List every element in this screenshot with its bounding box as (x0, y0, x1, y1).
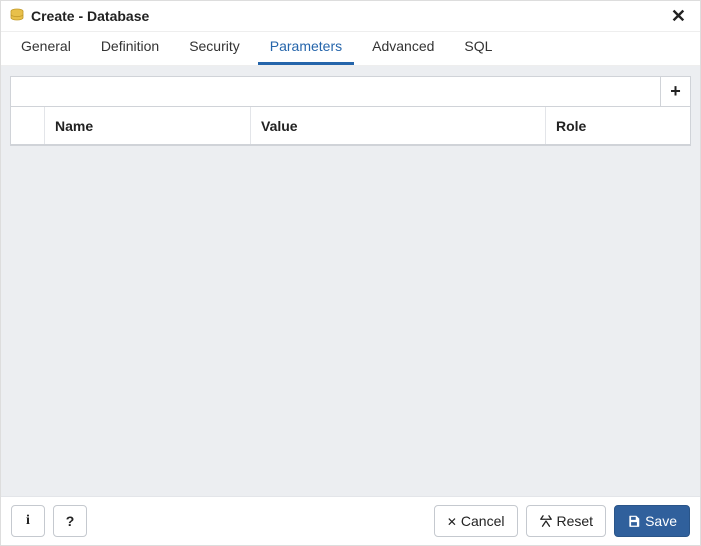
parameters-panel: + Name Value Role (1, 66, 700, 496)
dialog-titlebar: Create - Database ✕ (1, 1, 700, 32)
add-row-button[interactable]: + (660, 77, 690, 106)
dialog-footer: i ? Cancel Reset (1, 496, 700, 545)
close-icon[interactable]: ✕ (667, 7, 690, 25)
dialog-title: Create - Database (31, 8, 667, 24)
save-icon (627, 514, 641, 528)
grid-handle-column (11, 107, 45, 144)
info-button[interactable]: i (11, 505, 45, 537)
recycle-icon (539, 514, 553, 528)
tab-advanced[interactable]: Advanced (360, 30, 446, 65)
dialog-tabs: General Definition Security Parameters A… (1, 32, 700, 66)
column-header-role: Role (546, 107, 690, 144)
plus-icon: + (670, 81, 681, 102)
database-icon (9, 8, 25, 24)
column-header-name: Name (45, 107, 251, 144)
grid-toolbar: + (11, 77, 690, 107)
save-label: Save (645, 513, 677, 529)
save-button[interactable]: Save (614, 505, 690, 537)
column-header-value: Value (251, 107, 546, 144)
question-icon: ? (66, 513, 75, 529)
help-button[interactable]: ? (53, 505, 87, 537)
cancel-label: Cancel (461, 513, 505, 529)
tab-definition[interactable]: Definition (89, 30, 171, 65)
close-icon (447, 513, 457, 529)
tab-security[interactable]: Security (177, 30, 252, 65)
parameters-grid: + Name Value Role (10, 76, 691, 146)
reset-label: Reset (557, 513, 594, 529)
info-icon: i (26, 513, 30, 529)
tab-general[interactable]: General (9, 30, 83, 65)
grid-header-row: Name Value Role (11, 107, 690, 145)
reset-button[interactable]: Reset (526, 505, 607, 537)
create-database-dialog: Create - Database ✕ General Definition S… (0, 0, 701, 546)
tab-sql[interactable]: SQL (452, 30, 504, 65)
cancel-button[interactable]: Cancel (434, 505, 518, 537)
tab-parameters[interactable]: Parameters (258, 30, 354, 65)
